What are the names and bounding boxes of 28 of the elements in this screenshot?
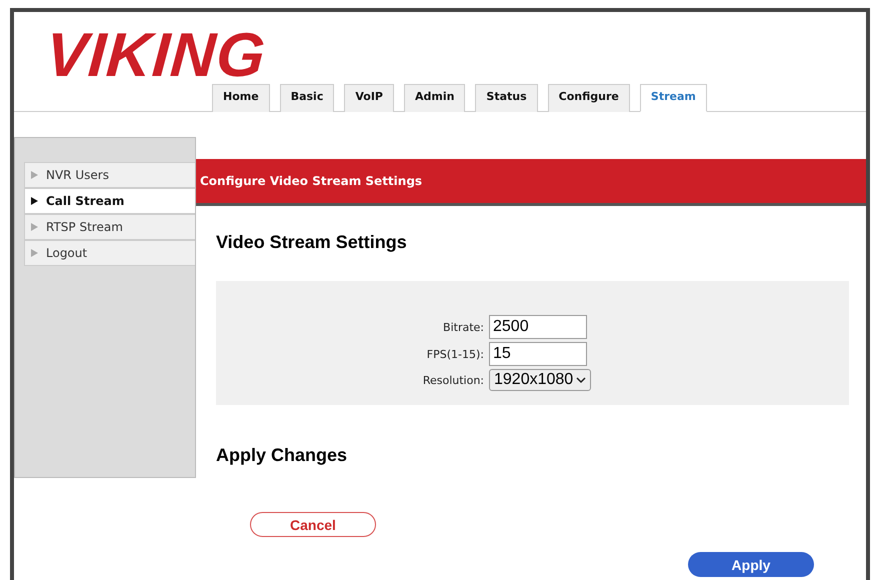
nav-tab[interactable]: Admin [404,84,466,112]
logo: VIKING [44,26,268,86]
header-title: Configure Video Stream Settings [200,174,422,188]
section-title: Video Stream Settings [216,232,408,253]
nav-tab[interactable]: Status [475,84,538,112]
nav-tab[interactable]: Basic [280,84,334,112]
sidebar-item[interactable]: Call Stream [24,188,195,214]
sidebar-item[interactable]: NVR Users [24,162,195,188]
nav-tab[interactable]: VoIP [344,84,394,112]
nav-tab[interactable]: Stream [640,84,707,112]
sidebar-item[interactable]: Logout [24,240,195,266]
triangle-icon [31,249,38,257]
cancel-button[interactable]: Cancel [250,512,376,537]
triangle-icon [31,171,38,179]
input-field[interactable]: 2500 [489,315,587,339]
triangle-icon [31,197,38,205]
field-label: FPS(1-15): [426,348,484,360]
apply-button[interactable]: Apply [688,552,814,577]
triangle-icon [31,223,38,231]
field-label: Resolution: [422,374,484,386]
chevron-icon [576,376,586,384]
input-field[interactable]: 15 [489,342,587,366]
nav-tab[interactable]: Home [212,84,270,112]
nav-tab[interactable]: Configure [548,84,630,112]
resolution-dropdown[interactable]: 1920x1080 [489,369,591,391]
sidebar-item[interactable]: RTSP Stream [24,214,195,240]
field-label: Bitrate: [443,320,484,334]
section-title: Apply Changes [216,445,348,466]
